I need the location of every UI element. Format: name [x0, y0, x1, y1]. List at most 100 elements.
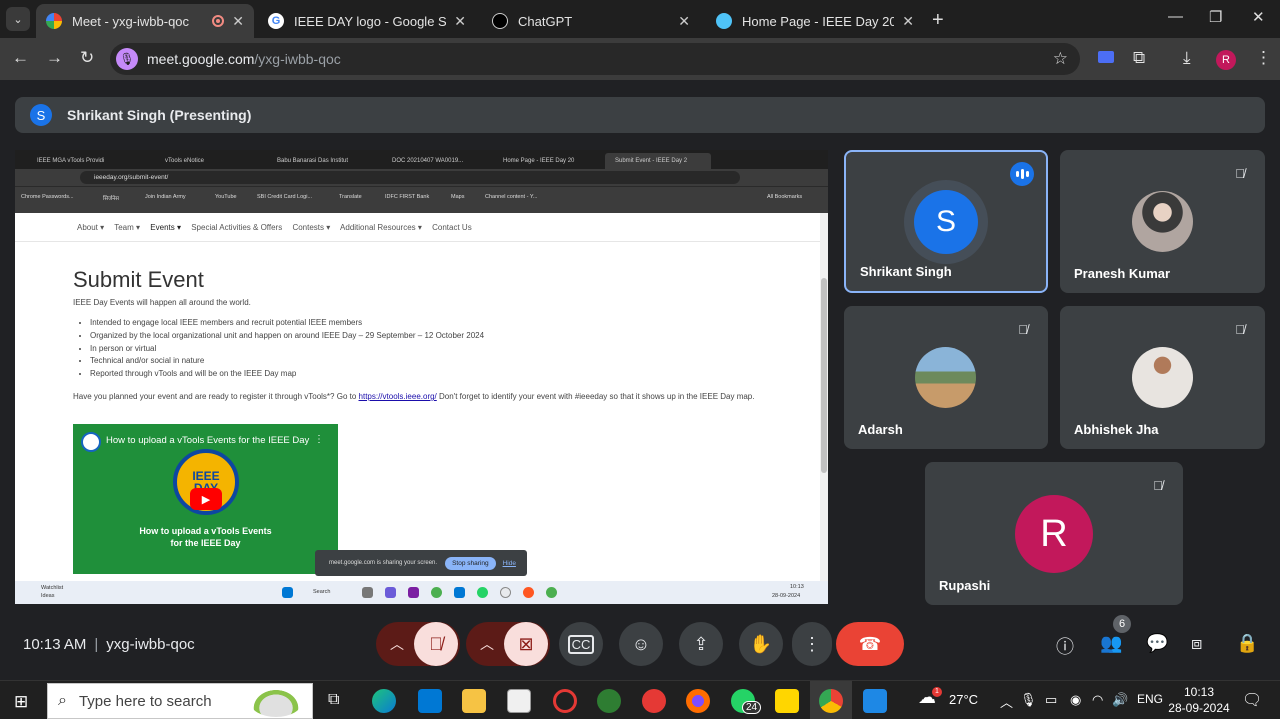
- tab-title: Meet - yxg-iwbb-qoc: [72, 13, 190, 29]
- url-host: meet.google.com: [147, 51, 255, 67]
- windows-start-icon[interactable]: ⊞: [14, 692, 28, 712]
- tab-meet[interactable]: Meet - yxg-iwbb-qoc ✕: [36, 4, 254, 38]
- photos-icon[interactable]: [863, 689, 887, 713]
- leave-call-button[interactable]: ☎: [836, 622, 904, 666]
- search-icon: ⌕: [58, 692, 67, 709]
- close-window-icon[interactable]: ✕: [1252, 8, 1265, 26]
- participant-tile-abhishek[interactable]: 🎙̸ Abhishek Jha: [1060, 306, 1265, 449]
- activities-icon[interactable]: ⧈: [1191, 633, 1202, 654]
- list-item: In person or virtual: [90, 343, 484, 356]
- edge-icon[interactable]: [372, 689, 396, 713]
- mic-off-icon: 🎙̸: [1018, 321, 1028, 337]
- wifi-icon[interactable]: ◠: [1092, 692, 1103, 708]
- captions-button[interactable]: CC: [559, 622, 603, 666]
- shared-tab: Home Page - IEEE Day 20: [503, 153, 593, 169]
- close-tab-icon[interactable]: ✕: [678, 13, 690, 30]
- present-screen-button[interactable]: ⇪: [679, 622, 723, 666]
- shared-scrollbar: [820, 213, 828, 581]
- windows-search-box[interactable]: ⌕ Type here to search: [47, 683, 313, 719]
- chat-icon[interactable]: 💬: [1146, 633, 1168, 654]
- participant-photo: [1132, 347, 1193, 408]
- media-player-icon[interactable]: [642, 689, 666, 713]
- mic-in-use-icon[interactable]: 🎙: [116, 48, 138, 70]
- people-count-badge: 6: [1113, 615, 1131, 633]
- more-options-button[interactable]: ⋮: [792, 622, 832, 666]
- mic-tray-icon[interactable]: 🎙: [1020, 692, 1037, 708]
- shared-tab-title: DOC 20210407 WA0019...: [392, 158, 464, 164]
- close-tab-icon[interactable]: ✕: [232, 13, 244, 30]
- clock-time: 10:13: [1183, 685, 1215, 699]
- participant-tile-rupashi[interactable]: R 🎙̸ Rupashi: [925, 462, 1183, 605]
- minimize-icon[interactable]: —: [1168, 8, 1183, 25]
- shared-chrome-icon: [546, 587, 557, 598]
- camera-toggle-button[interactable]: ⊠: [504, 622, 548, 666]
- site-nav: About ▾ Team ▾ Events ▾ Special Activiti…: [77, 223, 480, 232]
- tab-ieee-day[interactable]: Home Page - IEEE Day 2024 ✕: [706, 4, 924, 38]
- close-tab-icon[interactable]: ✕: [454, 13, 466, 30]
- browser-tab-strip: ⌄ Meet - yxg-iwbb-qoc ✕ G IEEE DAY logo …: [0, 0, 1280, 38]
- reload-icon[interactable]: ↻: [80, 48, 94, 68]
- shared-bookmark: Maps: [451, 194, 465, 200]
- host-controls-icon[interactable]: 🔒: [1236, 633, 1258, 654]
- participant-tile-shrikant[interactable]: S Shrikant Singh: [844, 150, 1048, 293]
- new-tab-icon[interactable]: +: [932, 9, 944, 32]
- shared-clock-date: 28-09-2024: [772, 593, 801, 599]
- back-icon[interactable]: ←: [12, 48, 29, 68]
- windows-clock[interactable]: 10:13 28-09-2024: [1168, 684, 1230, 716]
- site-nav-item: Team ▾: [114, 223, 141, 232]
- display-tray-icon[interactable]: ▭: [1045, 692, 1057, 708]
- extensions-puzzle-icon[interactable]: ⧉: [1133, 48, 1145, 68]
- shared-bookmark: Translate: [339, 194, 362, 200]
- firefox-icon[interactable]: [686, 689, 710, 713]
- reactions-button[interactable]: ☺: [619, 622, 663, 666]
- close-tab-icon[interactable]: ✕: [902, 13, 914, 30]
- meeting-details-icon[interactable]: ⓘ: [1056, 633, 1074, 659]
- share-notice-text: meet.google.com is sharing your screen.: [329, 560, 438, 566]
- shared-tab-title: Home Page - IEEE Day 20: [503, 158, 575, 164]
- address-bar[interactable]: 🎙 meet.google.com/yxg-iwbb-qoc ☆: [110, 43, 1080, 75]
- hide-link: Hide: [502, 559, 516, 567]
- present-icon: ⇪: [693, 633, 709, 654]
- bookmark-star-icon[interactable]: ☆: [1053, 49, 1068, 69]
- participant-photo: [1132, 191, 1193, 252]
- shared-clock-time: 10:13: [790, 584, 804, 590]
- camera-tray-icon[interactable]: ◉: [1070, 692, 1081, 708]
- profile-avatar[interactable]: R: [1216, 50, 1236, 70]
- task-view-icon[interactable]: ⧉: [328, 691, 339, 709]
- tab-google-search[interactable]: G IEEE DAY logo - Google Search ✕: [258, 4, 476, 38]
- meet-favicon-icon: [46, 13, 62, 29]
- participant-name: Adarsh: [858, 422, 903, 437]
- tab-chatgpt[interactable]: ChatGPT ✕: [482, 4, 700, 38]
- raise-hand-button[interactable]: ✋: [739, 622, 783, 666]
- tab-search-chevron-icon[interactable]: ⌄: [6, 7, 30, 31]
- page-intro: IEEE Day Events will happen all around t…: [73, 298, 251, 307]
- tree-app-icon[interactable]: [597, 689, 621, 713]
- mail-icon[interactable]: [418, 689, 442, 713]
- file-explorer-icon[interactable]: [462, 689, 486, 713]
- sticky-notes-icon[interactable]: [775, 689, 799, 713]
- download-icon[interactable]: ⤓: [1183, 48, 1191, 68]
- shared-tab: Babu Banarasi Das Institut: [277, 153, 377, 169]
- volume-icon[interactable]: 🔊: [1112, 692, 1128, 708]
- shared-tab-title: Babu Banarasi Das Institut: [277, 158, 349, 164]
- recording-icon: [212, 15, 225, 27]
- language-indicator[interactable]: ENG: [1137, 692, 1163, 706]
- separator: |: [94, 636, 99, 653]
- vtools-paragraph: Have you planned your event and are read…: [73, 391, 763, 404]
- opera-icon[interactable]: [553, 689, 577, 713]
- people-icon[interactable]: 👥: [1100, 633, 1122, 654]
- chrome-icon[interactable]: [819, 689, 843, 713]
- store-icon[interactable]: [507, 689, 531, 713]
- participant-avatar: R: [1015, 495, 1093, 573]
- participant-tile-pranesh[interactable]: 🎙̸ Pranesh Kumar: [1060, 150, 1265, 293]
- extension-icon[interactable]: [1098, 51, 1114, 63]
- forward-icon[interactable]: →: [46, 48, 63, 68]
- tray-overflow-icon[interactable]: ︿: [1000, 692, 1013, 711]
- restore-icon[interactable]: ❐: [1209, 8, 1222, 26]
- browser-menu-icon[interactable]: ⋮: [1255, 48, 1272, 68]
- participant-tile-adarsh[interactable]: 🎙̸ Adarsh: [844, 306, 1048, 449]
- site-nav-item: Additional Resources ▾: [340, 223, 422, 232]
- mic-toggle-button[interactable]: 🎙̸: [414, 622, 458, 666]
- shared-tab-title: vTools eNotice: [165, 158, 205, 164]
- notification-center-icon[interactable]: 🗨: [1242, 690, 1262, 710]
